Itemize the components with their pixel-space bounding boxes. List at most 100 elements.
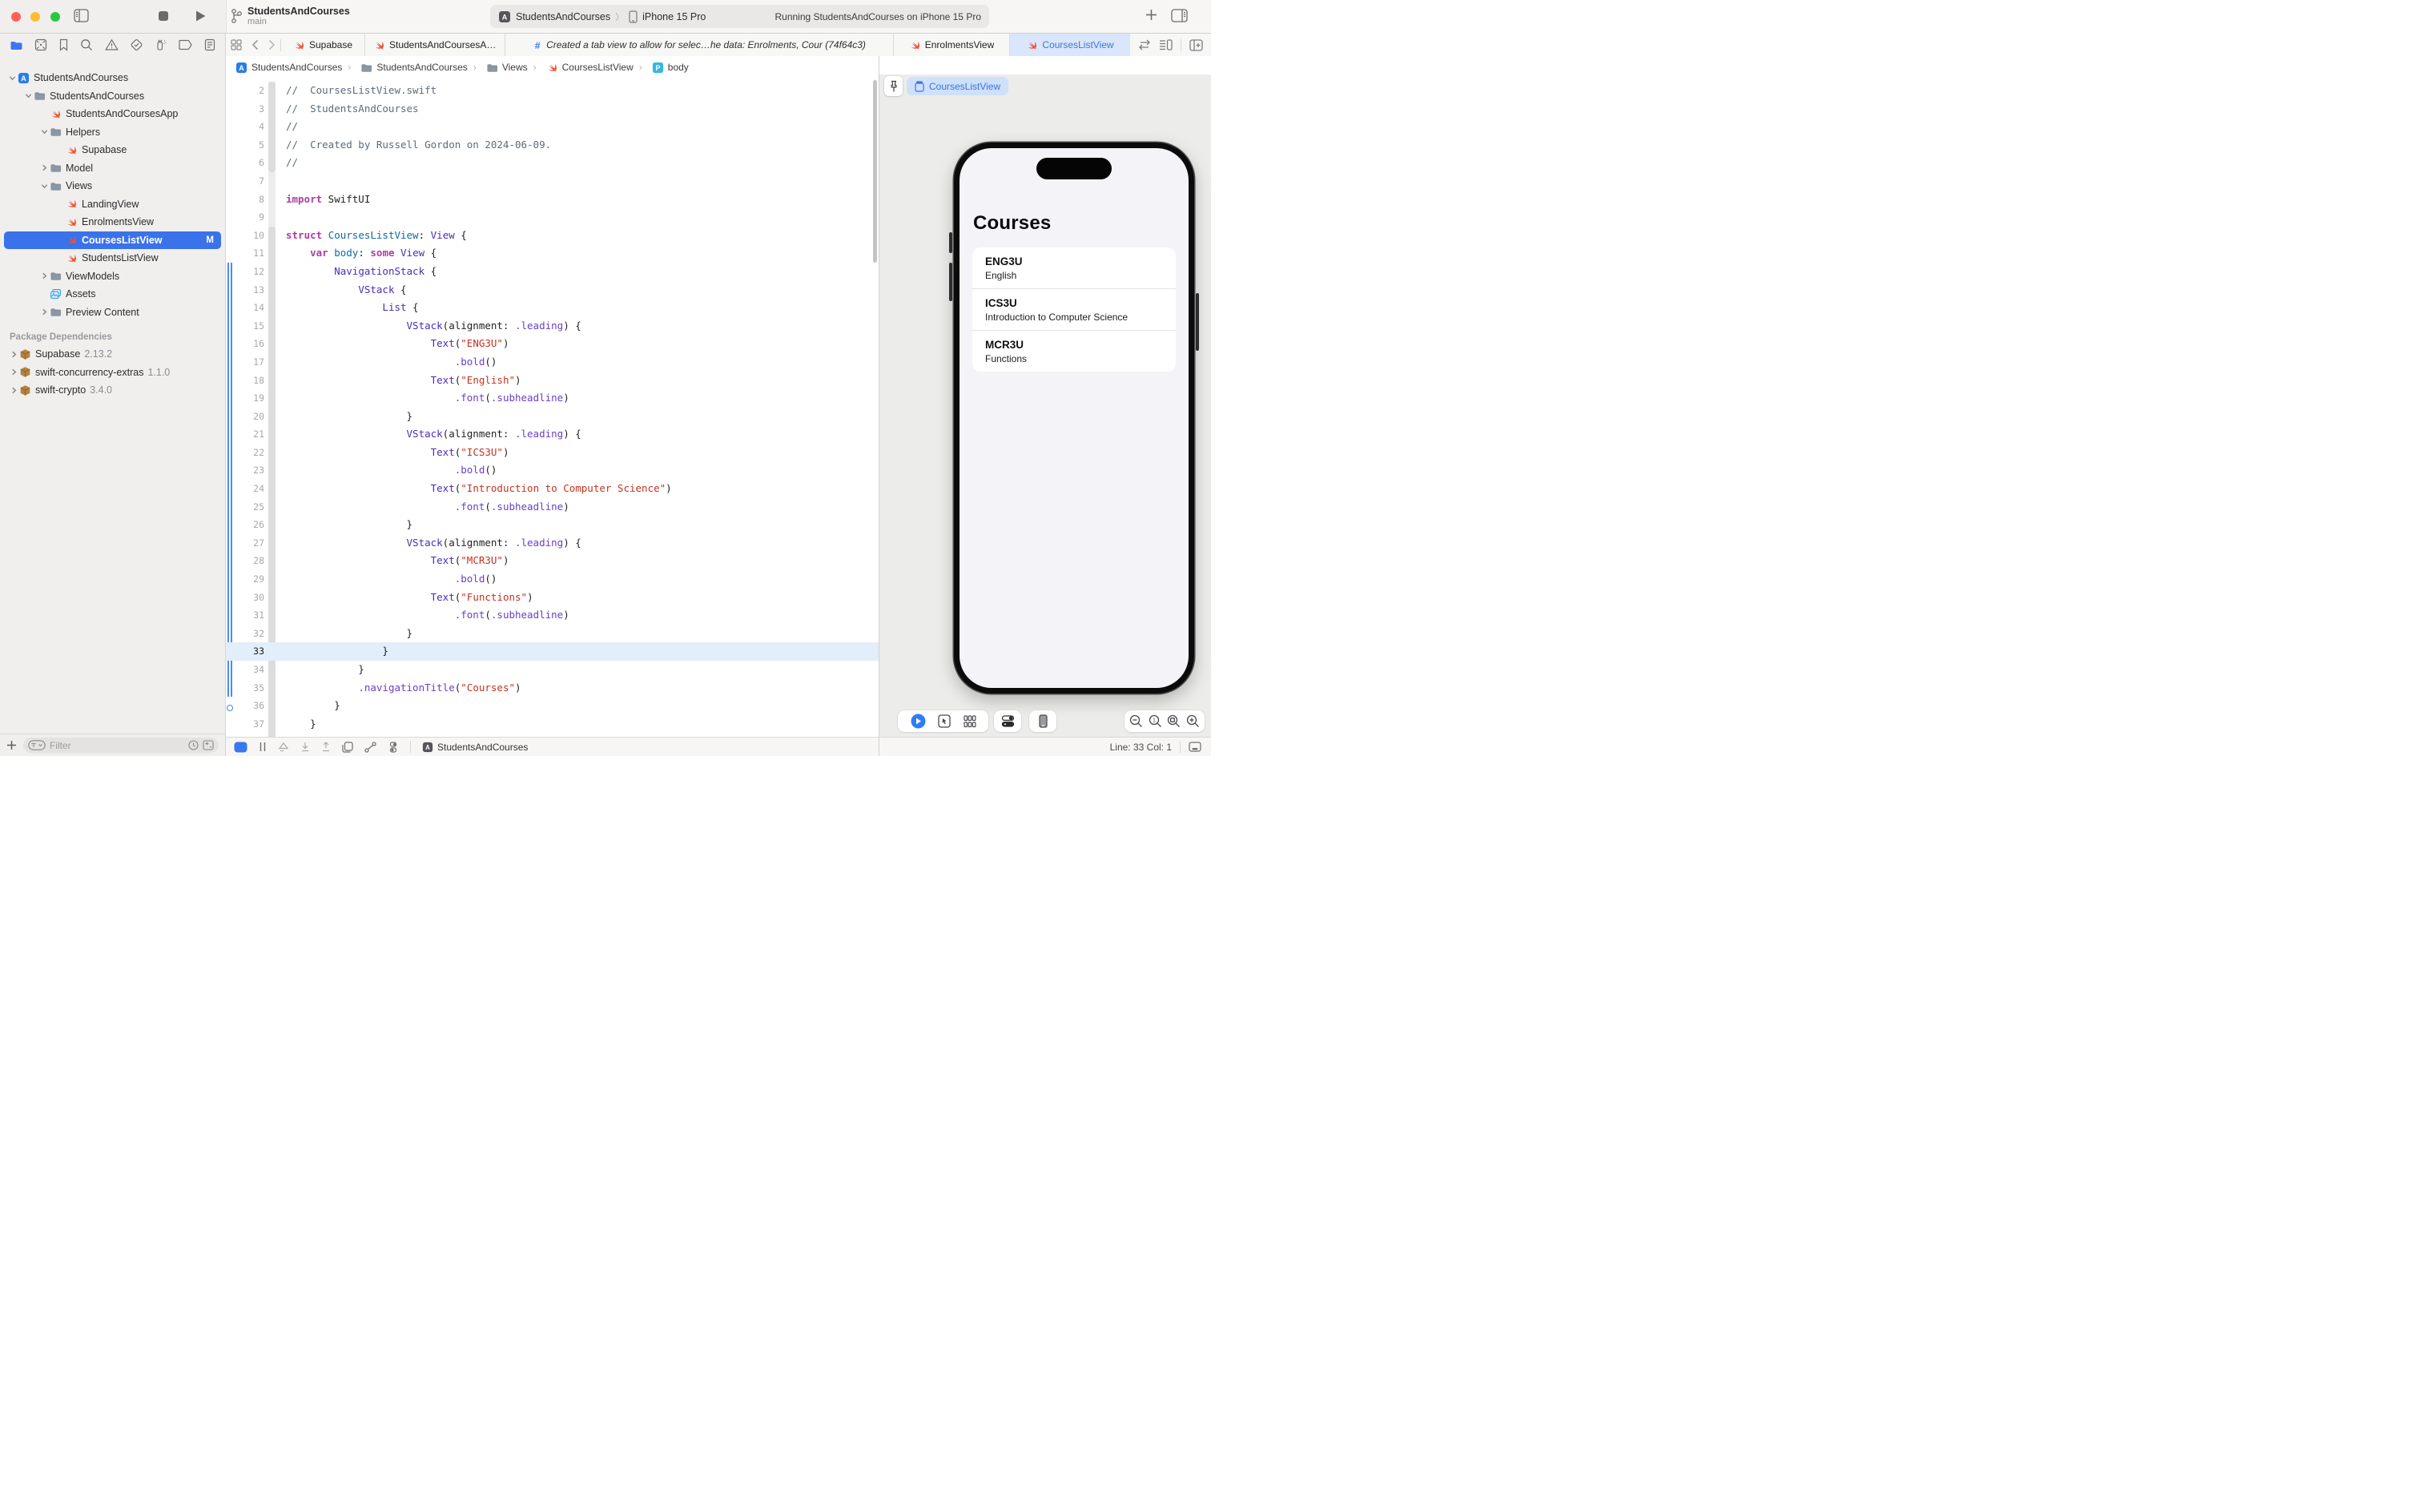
code-line[interactable]: 10struct CoursesListView: View {	[226, 227, 879, 245]
line-number[interactable]: 35	[226, 679, 264, 698]
sidebar-item-supabase[interactable]: Supabase	[0, 141, 225, 159]
line-number[interactable]: 26	[226, 516, 264, 534]
code-line[interactable]: 30 Text("Functions")	[226, 589, 879, 607]
line-number[interactable]: 13	[226, 281, 264, 300]
zoom-fit-button[interactable]	[1167, 714, 1181, 728]
preview-target-pill[interactable]: CoursesListView	[907, 77, 1008, 95]
display-icon[interactable]	[1189, 742, 1201, 752]
inspector-toggle-icon[interactable]	[1171, 9, 1188, 22]
sidebar-item-studentsandcourses[interactable]: StudentsAndCourses	[0, 87, 225, 106]
editor-scrollbar[interactable]	[873, 80, 877, 263]
device-select-button[interactable]	[1039, 714, 1048, 728]
sidebar-item-courseslistview[interactable]: CoursesListViewM	[0, 231, 225, 250]
package-item-swift-crypto[interactable]: swift-crypto3.4.0	[0, 381, 225, 400]
sidebar-item-studentsandcoursesapp[interactable]: StudentsAndCoursesApp	[0, 105, 225, 123]
code-line[interactable]: 23 .bold()	[226, 461, 879, 480]
code-line[interactable]: 19 .font(.subheadline)	[226, 389, 879, 408]
variants-grid-button[interactable]	[964, 715, 976, 728]
line-number[interactable]: 25	[226, 498, 264, 517]
code-line[interactable]: 5// Created by Russell Gordon on 2024-06…	[226, 136, 879, 155]
line-number[interactable]: 28	[226, 552, 264, 570]
package-item-supabase[interactable]: Supabase2.13.2	[0, 345, 225, 364]
line-number[interactable]: 12	[226, 263, 264, 281]
code-line[interactable]: 22 Text("ICS3U")	[226, 444, 879, 462]
code-line[interactable]: 7	[226, 172, 879, 191]
zoom-window-button[interactable]	[50, 12, 60, 22]
zoom-out-button[interactable]	[1129, 714, 1143, 728]
code-line[interactable]: 35 .navigationTitle("Courses")	[226, 679, 879, 698]
stacked-pages-icon[interactable]	[342, 742, 353, 753]
add-button[interactable]	[1145, 8, 1158, 22]
line-number[interactable]: 23	[226, 461, 264, 480]
sidebar-item-assets[interactable]: Assets	[0, 285, 225, 304]
disclosure-chevron[interactable]	[40, 128, 48, 135]
line-number[interactable]: 7	[226, 172, 264, 191]
canvas-toggle-icon[interactable]	[234, 742, 247, 753]
recent-files-icon[interactable]	[188, 740, 199, 750]
line-number[interactable]: 29	[226, 570, 264, 589]
code-line[interactable]: 29 .bold()	[226, 570, 879, 589]
sidebar-item-preview-content[interactable]: Preview Content	[0, 304, 225, 322]
code-structure-icon[interactable]	[364, 742, 376, 753]
line-number[interactable]: 34	[226, 661, 264, 679]
disclosure-chevron[interactable]	[40, 183, 48, 190]
line-number[interactable]: 10	[226, 227, 264, 245]
disclosure-chevron[interactable]	[10, 368, 18, 376]
sidebar-item-studentsandcourses[interactable]: AStudentsAndCourses	[0, 69, 225, 87]
navigator-tab-reports-icon[interactable]	[204, 38, 215, 51]
filter-input[interactable]: Filter	[23, 738, 219, 753]
code-line[interactable]: 26 }	[226, 516, 879, 534]
disclosure-chevron[interactable]	[40, 272, 48, 279]
line-number[interactable]: 21	[226, 425, 264, 444]
sidebar-item-model[interactable]: Model	[0, 159, 225, 178]
iphone-preview-device[interactable]: Courses ENG3UEnglishICS3UIntroduction to…	[954, 143, 1194, 694]
line-number[interactable]: 31	[226, 606, 264, 625]
course-row-mcr3u[interactable]: MCR3UFunctions	[972, 330, 1176, 372]
code-line[interactable]: 33 }	[226, 642, 879, 661]
line-number[interactable]: 18	[226, 372, 264, 390]
pull-down-icon[interactable]	[300, 742, 310, 752]
line-number[interactable]: 2	[226, 82, 264, 100]
selectable-mode-button[interactable]	[938, 714, 951, 728]
code-line[interactable]: 28 Text("MCR3U")	[226, 552, 879, 570]
zoom-100-button[interactable]: 1	[1149, 714, 1162, 728]
line-number[interactable]: 14	[226, 299, 264, 317]
sidebar-item-landingview[interactable]: LandingView	[0, 195, 225, 214]
code-line[interactable]: 21 VStack(alignment: .leading) {	[226, 425, 879, 444]
code-line[interactable]: 37 }	[226, 715, 879, 734]
code-line[interactable]: 31 .font(.subheadline)	[226, 606, 879, 625]
line-number[interactable]: 19	[226, 389, 264, 408]
editor-options-icon[interactable]	[1159, 39, 1173, 50]
navigator-tab-project-icon[interactable]	[10, 39, 23, 51]
line-number[interactable]: 8	[226, 191, 264, 209]
code-line[interactable]: 27 VStack(alignment: .leading) {	[226, 534, 879, 553]
disclosure-chevron[interactable]	[10, 387, 18, 394]
source-control-filter-icon[interactable]	[203, 740, 214, 750]
disclosure-chevron[interactable]	[40, 164, 48, 171]
course-row-eng3u[interactable]: ENG3UEnglish	[972, 247, 1176, 288]
pull-up-icon[interactable]	[321, 742, 331, 752]
navigator-tab-debug-icon[interactable]	[155, 38, 167, 51]
breadcrumb-views[interactable]: Views	[468, 62, 528, 74]
line-number[interactable]: 22	[226, 444, 264, 462]
navigator-tab-changes-icon[interactable]	[34, 38, 47, 51]
jump-marker-icon[interactable]	[278, 742, 289, 752]
line-number[interactable]: 24	[226, 480, 264, 498]
line-number[interactable]: 37	[226, 715, 264, 734]
sidebar-item-helpers[interactable]: Helpers	[0, 123, 225, 142]
memory-layout-icon[interactable]	[388, 742, 399, 753]
code-line[interactable]: 25 .font(.subheadline)	[226, 498, 879, 517]
tab-created-a-tab-view-to-allow-for-selec-he[interactable]: #Created a tab view to allow for selec…h…	[505, 34, 894, 56]
package-item-swift-concurrency-extras[interactable]: swift-concurrency-extras1.1.0	[0, 364, 225, 382]
line-number[interactable]: 16	[226, 335, 264, 353]
line-number[interactable]: 4	[226, 118, 264, 136]
code-line[interactable]: 8import SwiftUI	[226, 191, 879, 209]
active-project-indicator[interactable]: A StudentsAndCourses	[422, 742, 528, 753]
code-line[interactable]: 6//	[226, 154, 879, 172]
code-editor[interactable]: 2// CoursesListView.swift3// StudentsAnd…	[226, 78, 879, 737]
tab-studentsandcoursesapp[interactable]: StudentsAndCoursesApp	[365, 34, 505, 56]
sidebar-item-views[interactable]: Views	[0, 177, 225, 195]
line-number[interactable]: 27	[226, 534, 264, 553]
sidebar-toggle-icon[interactable]	[74, 9, 89, 22]
code-line[interactable]: 12 NavigationStack {	[226, 263, 879, 281]
